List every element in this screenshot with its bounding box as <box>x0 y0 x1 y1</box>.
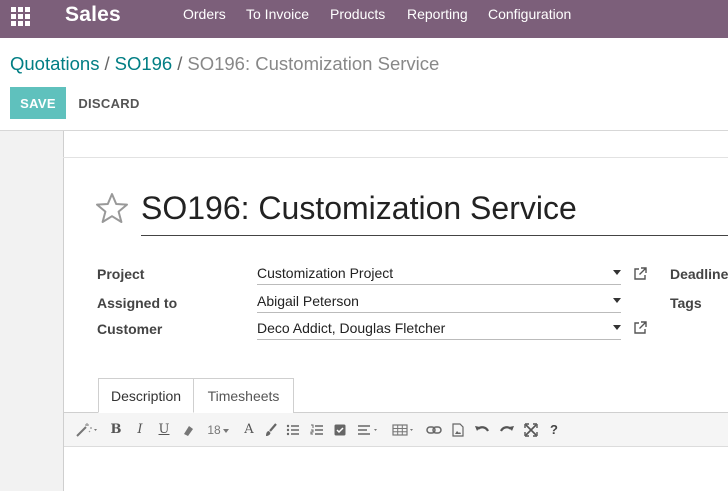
app-brand[interactable]: Sales <box>65 2 121 28</box>
customer-field[interactable]: Deco Addict, Douglas Fletcher <box>257 318 621 340</box>
description-editor[interactable] <box>64 448 728 491</box>
menu-to-invoice[interactable]: To Invoice <box>246 6 309 22</box>
sheet-divider <box>63 157 728 158</box>
project-value: Customization Project <box>257 265 394 281</box>
breadcrumb-order[interactable]: SO196 <box>115 53 173 74</box>
brush-icon[interactable] <box>264 422 278 438</box>
tab-timesheets[interactable]: Timesheets <box>194 378 294 413</box>
undo-icon[interactable] <box>474 422 490 438</box>
menu-orders[interactable]: Orders <box>183 6 226 22</box>
field-label-customer: Customer <box>97 321 163 337</box>
redo-icon[interactable] <box>499 422 515 438</box>
field-label-deadline: Deadline <box>670 266 728 282</box>
chevron-down-icon[interactable] <box>613 298 621 303</box>
tab-description[interactable]: Description <box>98 378 194 413</box>
apps-grid-icon[interactable] <box>11 7 31 27</box>
field-label-assigned-to: Assigned to <box>97 295 178 311</box>
unordered-list-icon[interactable] <box>286 422 300 438</box>
menu-reporting[interactable]: Reporting <box>407 6 468 22</box>
star-outline-icon[interactable] <box>95 192 129 224</box>
control-panel: Quotations / SO196/SO196: Customization Se… <box>0 38 728 131</box>
project-field[interactable]: Customization Project <box>257 263 621 285</box>
help-icon[interactable]: ? <box>548 422 560 438</box>
chevron-down-icon <box>222 428 229 433</box>
record-title[interactable]: SO196: Customization Service <box>141 189 577 227</box>
title-underline <box>141 235 728 236</box>
external-link-icon[interactable] <box>633 267 647 281</box>
font-size-select[interactable]: 18 <box>205 422 231 438</box>
underline-icon[interactable]: U <box>157 422 171 438</box>
breadcrumb-separator: / <box>104 53 110 74</box>
assigned-to-field[interactable]: Abigail Peterson <box>257 291 621 313</box>
fullscreen-icon[interactable] <box>524 422 538 438</box>
breadcrumb-separator: / <box>177 53 183 74</box>
align-icon[interactable] <box>357 422 381 438</box>
eraser-icon[interactable] <box>182 422 194 438</box>
image-icon[interactable] <box>452 422 464 438</box>
menu-products[interactable]: Products <box>330 6 385 22</box>
save-button[interactable]: SAVE <box>10 87 66 119</box>
discard-button[interactable]: DISCARD <box>72 87 146 119</box>
assigned-to-value: Abigail Peterson <box>257 293 359 309</box>
top-navbar: Sales Orders To Invoice Products Reporti… <box>0 0 728 38</box>
link-icon[interactable] <box>426 422 442 438</box>
chevron-down-icon[interactable] <box>613 325 621 330</box>
menu-configuration[interactable]: Configuration <box>488 6 571 22</box>
field-label-project: Project <box>97 266 145 282</box>
bold-icon[interactable]: B <box>109 422 123 438</box>
checklist-icon[interactable] <box>334 422 346 438</box>
table-icon[interactable] <box>392 422 416 438</box>
breadcrumb: Quotations / SO196/SO196: Customization Se… <box>10 53 439 75</box>
chevron-down-icon[interactable] <box>613 270 621 275</box>
customer-value: Deco Addict, Douglas Fletcher <box>257 320 446 336</box>
italic-icon[interactable]: I <box>134 422 146 438</box>
field-label-tags: Tags <box>670 295 702 311</box>
magic-wand-icon[interactable] <box>74 422 100 438</box>
font-size-value: 18 <box>207 423 221 437</box>
ordered-list-icon[interactable] <box>310 422 324 438</box>
breadcrumb-quotations[interactable]: Quotations <box>10 53 99 74</box>
external-link-icon[interactable] <box>633 321 647 335</box>
breadcrumb-current: SO196: Customization Service <box>187 53 440 74</box>
font-color-icon[interactable]: A <box>242 422 256 438</box>
editor-toolbar: B I U 18 A ? <box>64 413 728 447</box>
